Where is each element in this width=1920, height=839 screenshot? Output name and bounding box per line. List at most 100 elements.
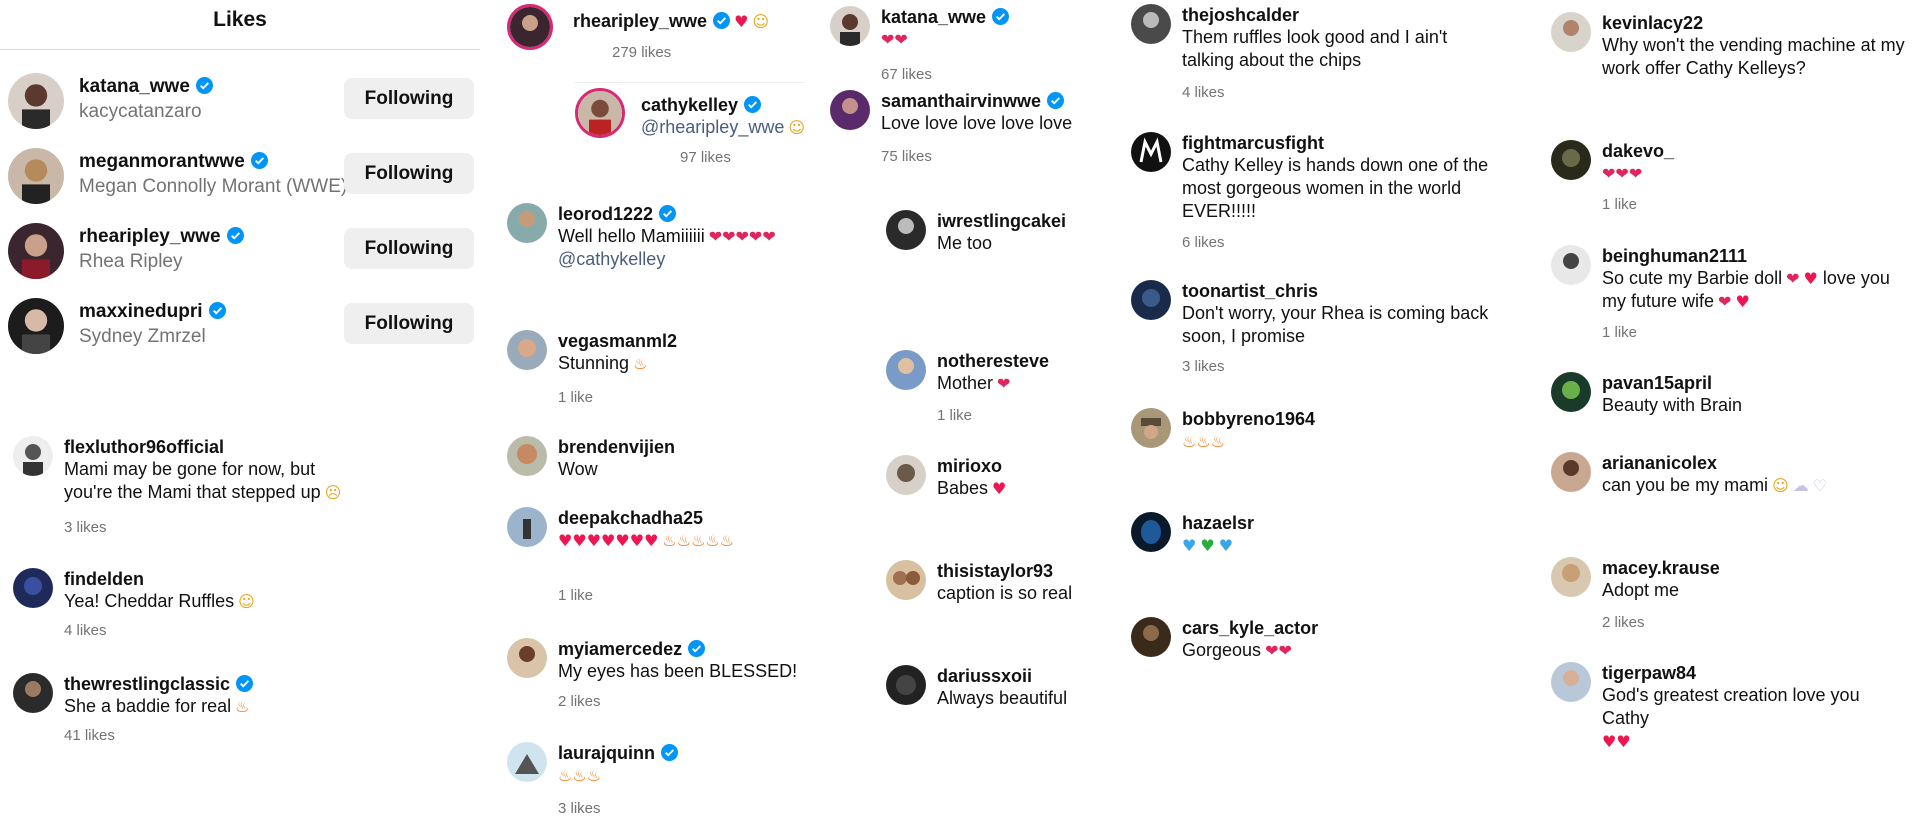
comment-username[interactable]: hazaelsr [1182,512,1254,534]
comment-username[interactable]: thisistaylor93 [937,560,1053,582]
comment-username[interactable]: notheresteve [937,350,1049,372]
comment-username[interactable]: fightmarcusfight [1182,132,1324,154]
avatar[interactable] [13,436,53,476]
comment-like-count[interactable]: 279 likes [612,44,671,61]
comment-like-count[interactable]: 4 likes [1182,84,1225,101]
comment-username[interactable]: thewrestlingclassic [64,673,254,695]
avatar[interactable] [1551,245,1591,285]
avatar[interactable] [1551,12,1591,52]
comment-username[interactable]: toonartist_chris [1182,280,1318,302]
avatar[interactable] [1551,140,1591,180]
comment-username[interactable]: ariananicolex [1602,452,1717,474]
comment-username[interactable]: rhearipley_wwe ♥ ☺ [573,10,769,32]
avatar[interactable] [1131,512,1171,552]
comment-username[interactable]: mirioxo [937,455,1002,477]
comment-username[interactable]: cars_kyle_actor [1182,617,1318,639]
comment-username[interactable]: vegasmanml2 [558,330,677,352]
username[interactable]: katana_wwe [79,76,213,98]
avatar[interactable] [1131,617,1171,657]
comment-username[interactable]: dakevo_ [1602,140,1674,162]
avatar[interactable] [507,742,547,782]
following-button[interactable]: Following [344,78,474,119]
avatar[interactable] [8,223,64,279]
comment-like-count[interactable]: 1 like [937,407,972,424]
comment-like-count[interactable]: 41 likes [64,727,115,744]
comment-username[interactable]: findelden [64,568,144,590]
comment-username[interactable]: deepakchadha25 [558,507,703,529]
comment-username[interactable]: myiamercedez [558,638,706,660]
avatar[interactable] [1551,557,1591,597]
username[interactable]: rhearipley_wwe [79,226,244,248]
avatar[interactable] [507,203,547,243]
avatar[interactable] [830,90,870,130]
comment-like-count[interactable]: 4 likes [64,622,107,639]
avatar[interactable] [886,665,926,705]
avatar[interactable] [886,210,926,250]
avatar[interactable] [1131,280,1171,320]
avatar[interactable] [886,350,926,390]
avatar[interactable] [1131,4,1171,44]
avatar[interactable] [1551,372,1591,412]
username[interactable]: maxxinedupri [79,301,226,323]
avatar[interactable] [575,88,625,138]
comment-like-count[interactable]: 3 likes [64,519,107,536]
avatar[interactable] [830,6,870,46]
avatar[interactable] [886,455,926,495]
comment-like-count[interactable]: 3 likes [1182,358,1225,375]
comment-username[interactable]: iwrestlingcakei [937,210,1066,232]
comment-username[interactable]: leorod1222 [558,203,677,225]
comment-username[interactable]: samanthairvinwwe [881,90,1065,112]
avatar[interactable] [13,673,53,713]
comment-username[interactable]: katana_wwe [881,6,1010,28]
comment-like-count[interactable]: 2 likes [1602,614,1645,631]
comment-username[interactable]: bobbyreno1964 [1182,408,1315,430]
following-button[interactable]: Following [344,303,474,344]
avatar[interactable] [507,4,553,50]
red-heart-emoji: ♥ [734,12,749,31]
comment-like-count[interactable]: 97 likes [680,149,731,166]
avatar[interactable] [13,568,53,608]
comment-username[interactable]: beinghuman2111 [1602,245,1747,267]
comment-like-count[interactable]: 1 like [558,587,593,604]
comment-username[interactable]: brendenvijien [558,436,675,458]
avatar[interactable] [507,330,547,370]
avatar[interactable] [1131,408,1171,448]
avatar[interactable] [507,507,547,547]
avatar[interactable] [8,73,64,129]
comment-like-count[interactable]: 3 likes [558,800,601,817]
pleading-face-emoji: ☺ [1772,476,1789,495]
comment-username[interactable]: pavan15april [1602,372,1712,394]
comment-username[interactable]: cathykelley [641,94,762,116]
comment-like-count[interactable]: 1 like [1602,196,1637,213]
like-user-row[interactable]: rhearipley_wwe Rhea Ripley Following [8,220,478,280]
comment-username[interactable]: tigerpaw84 [1602,662,1696,684]
like-user-row[interactable]: meganmorantwwe Megan Connolly Morant (WW… [8,145,478,205]
comment-like-count[interactable]: 1 like [1602,324,1637,341]
comment-like-count[interactable]: 6 likes [1182,234,1225,251]
heart-eyes-emoji: ❤❤ [881,30,908,49]
comment-like-count[interactable]: 67 likes [881,66,932,83]
comment-username[interactable]: laurajquinn [558,742,679,764]
comment-like-count[interactable]: 75 likes [881,148,932,165]
comment-like-count[interactable]: 1 like [558,389,593,406]
like-user-row[interactable]: katana_wwe kacycatanzaro Following [8,70,478,130]
avatar[interactable] [507,436,547,476]
comment-username[interactable]: dariussxoii [937,665,1032,687]
comment-username[interactable]: kevinlacy22 [1602,12,1703,34]
comment-username[interactable]: macey.krause [1602,557,1720,579]
avatar[interactable] [1131,132,1171,172]
avatar[interactable] [886,560,926,600]
avatar[interactable] [8,298,64,354]
following-button[interactable]: Following [344,153,474,194]
avatar[interactable] [8,148,64,204]
comment-username[interactable]: thejoshcalder [1182,4,1299,26]
avatar[interactable] [507,638,547,678]
like-user-row[interactable]: maxxinedupri Sydney Zmrzel Following [8,295,478,355]
avatar[interactable] [1551,662,1591,702]
following-button[interactable]: Following [344,228,474,269]
blue-heart-emoji: ♥ [1218,536,1234,555]
username[interactable]: meganmorantwwe [79,151,268,173]
comment-username[interactable]: flexluthor96official [64,436,224,458]
comment-like-count[interactable]: 2 likes [558,693,601,710]
avatar[interactable] [1551,452,1591,492]
